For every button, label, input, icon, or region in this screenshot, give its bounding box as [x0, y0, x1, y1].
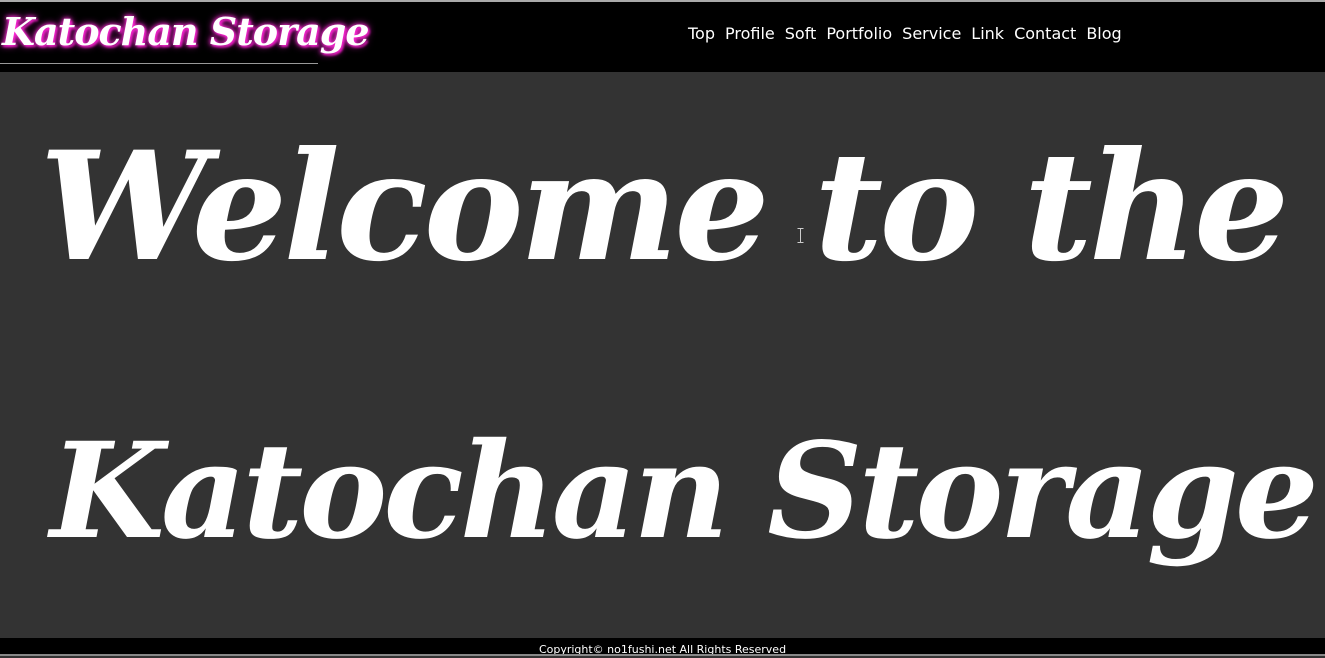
- hero-title-text: Katochan Storage: [50, 414, 1319, 569]
- nav-link-top[interactable]: Top: [688, 22, 715, 46]
- nav-link-profile[interactable]: Profile: [725, 22, 775, 46]
- hero-welcome-text: Welcome to the: [39, 119, 1290, 295]
- site-header: Katochan Storage Top Profile Soft Portfo…: [0, 2, 1325, 72]
- nav-link-blog[interactable]: Blog: [1086, 22, 1121, 46]
- nav-link-link[interactable]: Link: [971, 22, 1004, 46]
- nav-link-contact[interactable]: Contact: [1014, 22, 1076, 46]
- site-logo[interactable]: Katochan Storage: [2, 8, 370, 56]
- main-nav: Top Profile Soft Portfolio Service Link …: [688, 22, 1122, 46]
- text-cursor-icon: [797, 228, 804, 243]
- nav-link-service[interactable]: Service: [902, 22, 961, 46]
- nav-link-portfolio[interactable]: Portfolio: [826, 22, 892, 46]
- logo-underline: [0, 63, 318, 64]
- hero-section: Welcome to the Katochan Storage: [0, 72, 1325, 638]
- nav-link-soft[interactable]: Soft: [785, 22, 817, 46]
